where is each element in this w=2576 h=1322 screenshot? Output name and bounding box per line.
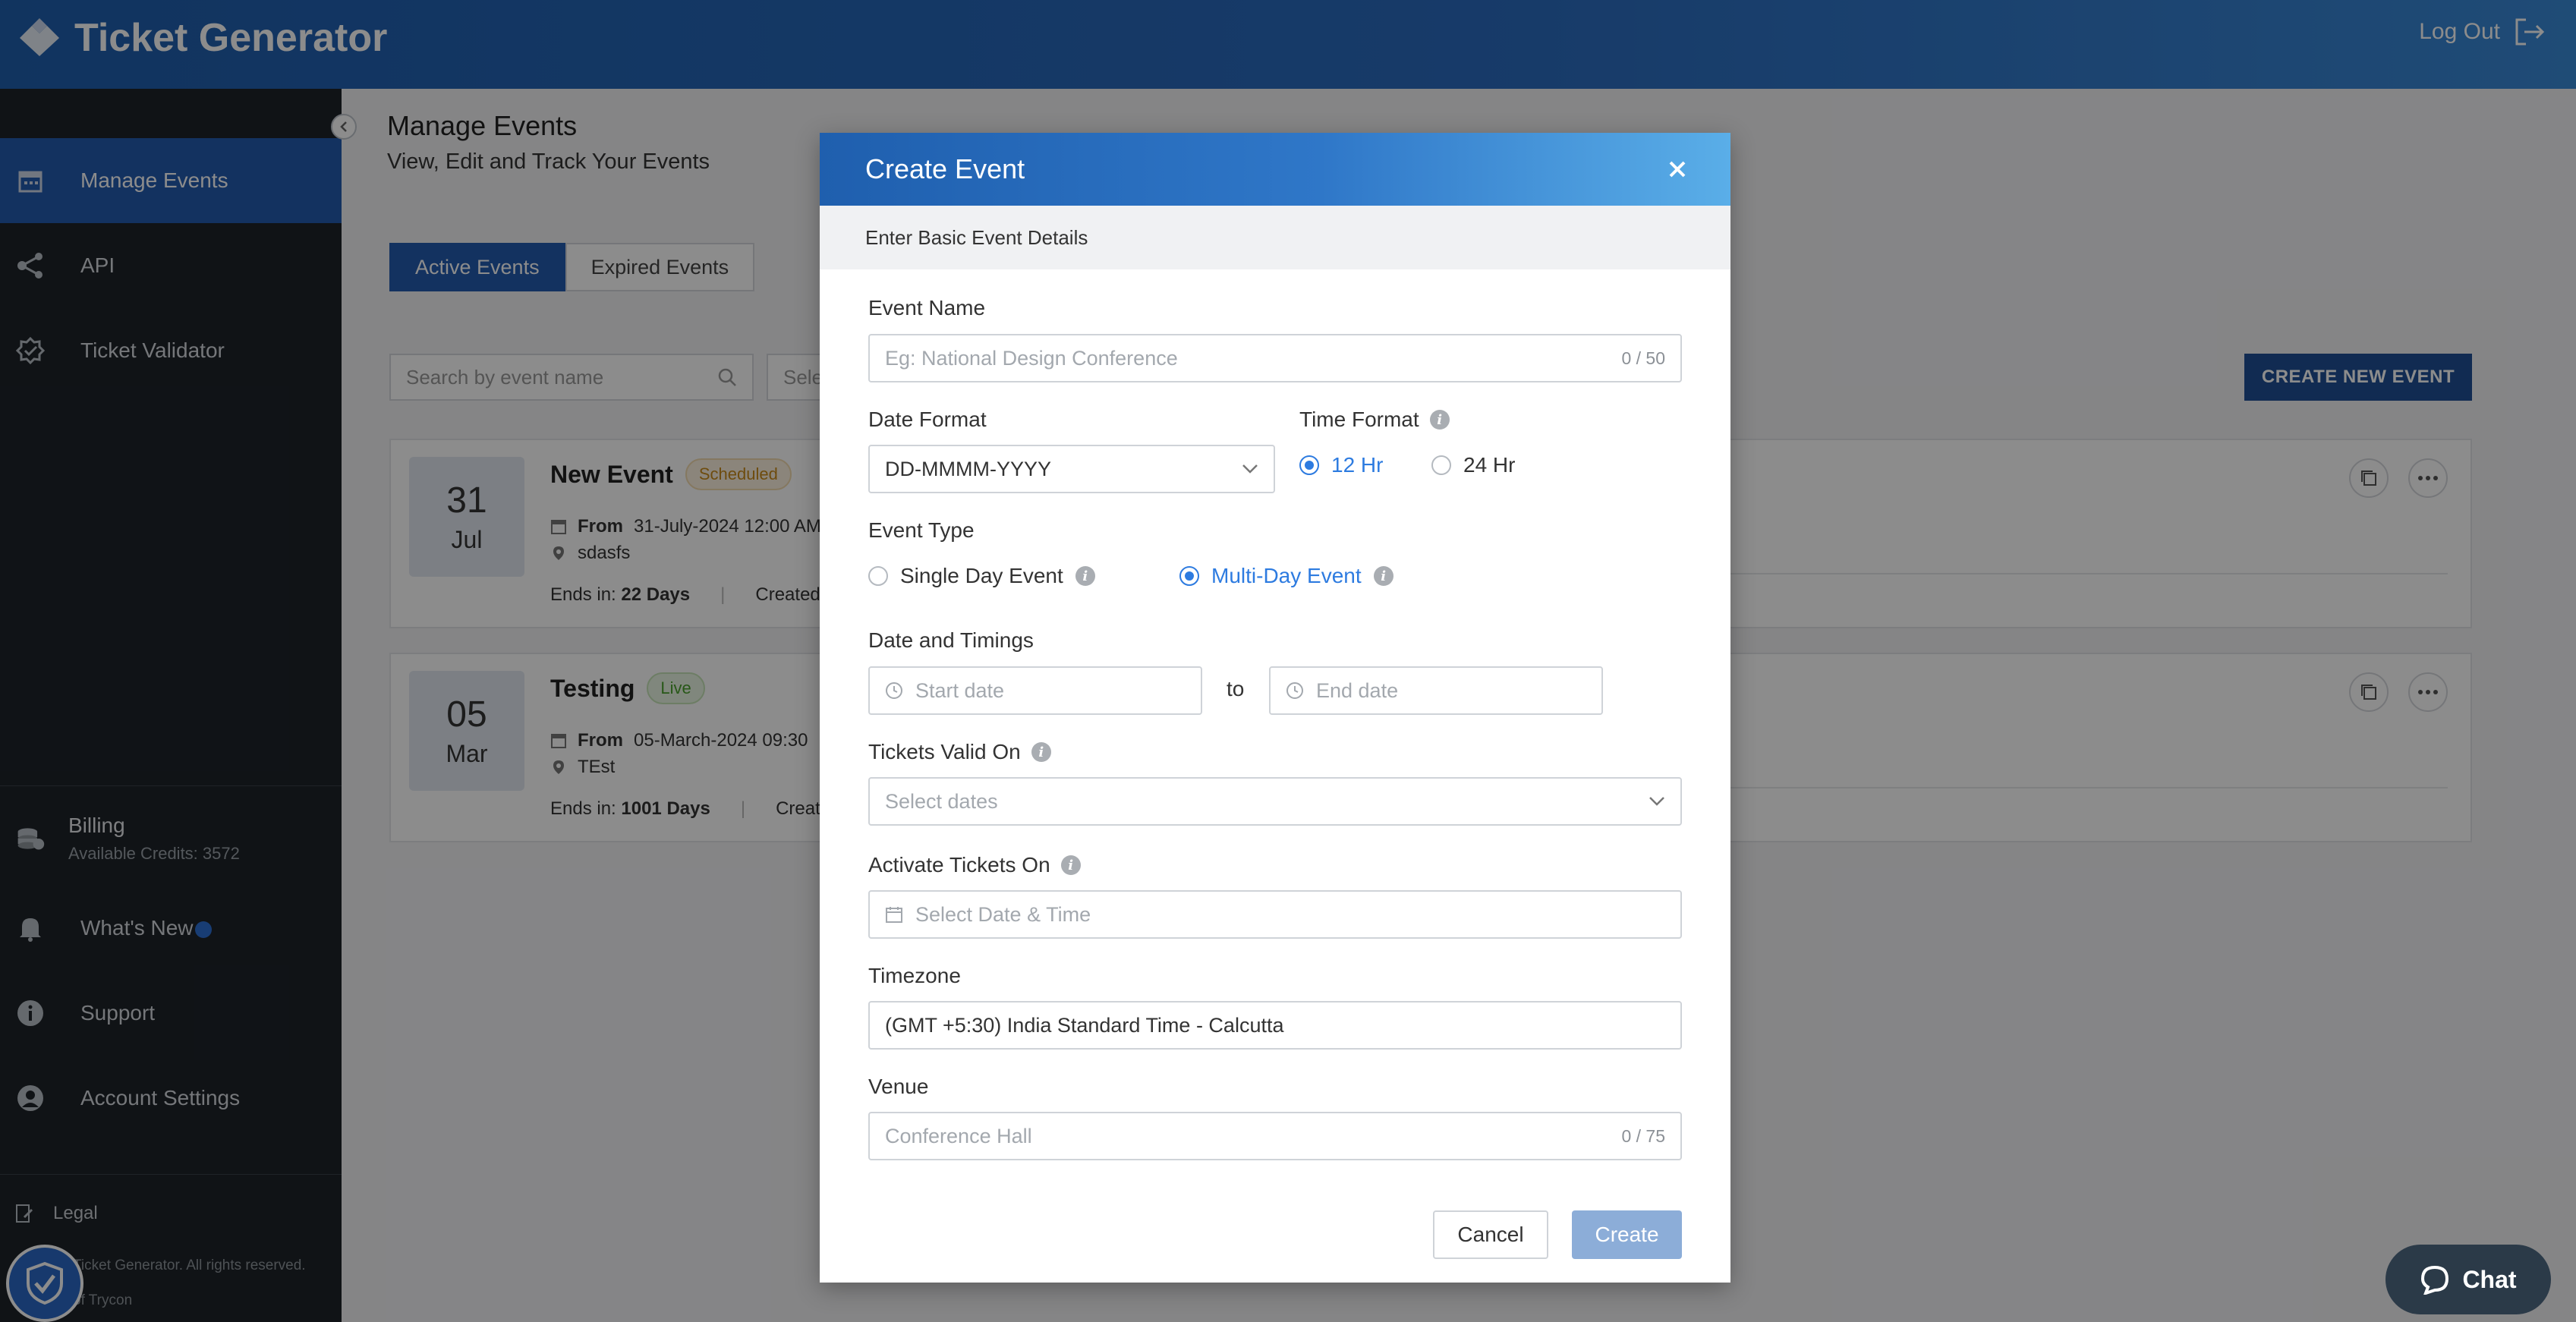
event-name-char-count: 0 / 50 (1621, 348, 1665, 368)
info-icon[interactable]: i (1060, 855, 1081, 875)
date-format-label: Date Format (868, 408, 987, 432)
date-timings-label: Date and Timings (868, 628, 1034, 653)
event-name-label: Event Name (868, 296, 985, 320)
event-type-label: Event Type (868, 518, 975, 543)
multi-day-event-label: Multi-Day Event (1211, 564, 1362, 587)
event-name-label-text: Event Name (868, 296, 986, 319)
info-icon[interactable]: i (1075, 566, 1095, 586)
start-date-input[interactable]: Start date (868, 666, 1202, 715)
clock-icon (886, 682, 902, 699)
timezone-select[interactable]: (GMT +5:30) India Standard Time - Calcut… (868, 1001, 1682, 1050)
modal-title: Create Event (865, 153, 1025, 184)
end-date-placeholder: End date (1316, 678, 1399, 702)
date-timings-label-text: Date and Timings (868, 628, 1034, 652)
activate-tickets-placeholder: Select Date & Time (915, 902, 1091, 926)
radio-unselected-icon (1431, 455, 1451, 475)
event-name-input[interactable]: Eg: National Design Conference 0 / 50 (868, 334, 1682, 382)
activate-tickets-label-text: Activate Tickets On (868, 853, 1050, 877)
event-name-placeholder: Eg: National Design Conference (885, 346, 1178, 370)
tickets-valid-label-text: Tickets Valid On (868, 740, 1021, 763)
venue-label-text: Venue (868, 1075, 929, 1098)
tickets-valid-label: Tickets Valid On i (868, 740, 1051, 764)
time-format-24hr-label: 24 Hr (1463, 453, 1516, 477)
date-format-value: DD-MMMM-YYYY (885, 457, 1051, 480)
radio-unselected-icon (868, 566, 888, 586)
single-day-event-radio[interactable]: Single Day Event i (868, 564, 1095, 588)
event-type-label-text: Event Type (868, 518, 975, 542)
tickets-valid-select[interactable]: Select dates (868, 777, 1682, 826)
modal-section-title: Enter Basic Event Details (820, 206, 1730, 269)
chevron-down-icon (1649, 797, 1664, 806)
cancel-button[interactable]: Cancel (1433, 1210, 1548, 1259)
time-format-12hr-label: 12 Hr (1331, 453, 1384, 477)
chevron-down-icon (1242, 464, 1258, 474)
tickets-valid-placeholder: Select dates (885, 789, 998, 813)
time-format-label: Time Format i (1299, 408, 1450, 432)
multi-day-event-radio[interactable]: Multi-Day Event i (1179, 564, 1393, 588)
create-event-modal: Create Event Enter Basic Event Details E… (820, 133, 1730, 1283)
activate-tickets-label: Activate Tickets On i (868, 853, 1081, 877)
venue-input[interactable]: Conference Hall 0 / 75 (868, 1112, 1682, 1160)
time-format-12hr-radio[interactable]: 12 Hr (1299, 453, 1383, 477)
activate-tickets-input[interactable]: Select Date & Time (868, 890, 1682, 939)
date-format-label-text: Date Format (868, 408, 987, 431)
start-date-placeholder: Start date (915, 678, 1005, 702)
calendar-icon (886, 907, 902, 923)
info-icon[interactable]: i (1031, 742, 1051, 762)
time-format-label-text: Time Format (1299, 408, 1419, 431)
chat-bubble-icon (2421, 1265, 2449, 1295)
venue-label: Venue (868, 1075, 928, 1099)
clock-icon (1286, 682, 1303, 699)
create-button[interactable]: Create (1572, 1210, 1682, 1259)
venue-char-count: 0 / 75 (1621, 1125, 1665, 1146)
single-day-event-label: Single Day Event (900, 564, 1063, 587)
modal-close-button[interactable] (1662, 154, 1693, 184)
venue-placeholder: Conference Hall (885, 1124, 1032, 1147)
date-format-select[interactable]: DD-MMMM-YYYY (868, 445, 1275, 493)
end-date-input[interactable]: End date (1269, 666, 1603, 715)
close-icon (1669, 161, 1686, 178)
radio-selected-icon (1299, 455, 1319, 475)
radio-selected-icon (1179, 566, 1199, 586)
time-format-24hr-radio[interactable]: 24 Hr (1431, 453, 1515, 477)
info-icon[interactable]: i (1429, 410, 1450, 430)
timezone-value: (GMT +5:30) India Standard Time - Calcut… (885, 1013, 1284, 1037)
chat-label: Chat (2462, 1265, 2517, 1293)
to-label: to (1227, 677, 1245, 700)
chat-button[interactable]: Chat (2385, 1245, 2551, 1314)
modal-header: Create Event (820, 133, 1730, 206)
timezone-label: Timezone (868, 964, 961, 988)
timezone-label-text: Timezone (868, 964, 961, 987)
info-icon[interactable]: i (1373, 566, 1393, 586)
